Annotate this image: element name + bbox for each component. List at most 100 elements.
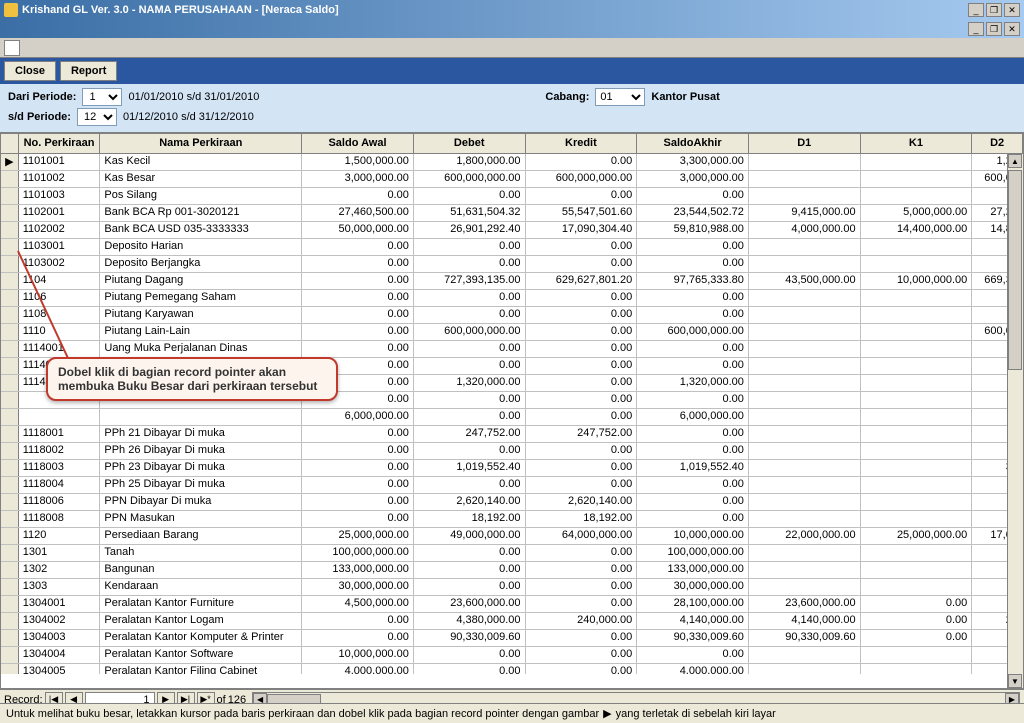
table-row[interactable]: 1106Piutang Pemegang Saham0.000.000.000.… bbox=[1, 290, 1023, 307]
row-selector[interactable] bbox=[1, 613, 19, 629]
scroll-down-arrow[interactable]: ▼ bbox=[1008, 674, 1022, 688]
cell-saldo-akhir: 0.00 bbox=[637, 239, 749, 255]
table-row[interactable]: 1104Piutang Dagang0.00727,393,135.00629,… bbox=[1, 273, 1023, 290]
row-selector[interactable] bbox=[1, 324, 19, 340]
header-nama[interactable]: Nama Perkiraan bbox=[100, 134, 302, 153]
cell-saldo-awal: 10,000,000.00 bbox=[302, 647, 414, 663]
row-selector[interactable] bbox=[1, 494, 19, 510]
row-selector[interactable] bbox=[1, 528, 19, 544]
scroll-up-arrow[interactable]: ▲ bbox=[1008, 154, 1022, 168]
row-selector[interactable] bbox=[1, 307, 19, 323]
table-row[interactable]: 1101002Kas Besar3,000,000.00600,000,000.… bbox=[1, 171, 1023, 188]
row-selector[interactable] bbox=[1, 188, 19, 204]
table-row[interactable]: 6,000,000.000.000.006,000,000.00 bbox=[1, 409, 1023, 426]
cell-d1 bbox=[749, 256, 861, 272]
minimize-button[interactable]: _ bbox=[968, 3, 984, 17]
header-no[interactable]: No. Perkiraan bbox=[19, 134, 101, 153]
row-selector[interactable] bbox=[1, 511, 19, 527]
cell-saldo-awal: 0.00 bbox=[302, 256, 414, 272]
table-row[interactable]: 1103001Deposito Harian0.000.000.000.00 bbox=[1, 239, 1023, 256]
table-row[interactable]: 1118001PPh 21 Dibayar Di muka0.00247,752… bbox=[1, 426, 1023, 443]
table-row[interactable]: 1304003Peralatan Kantor Komputer & Print… bbox=[1, 630, 1023, 647]
row-selector[interactable] bbox=[1, 647, 19, 663]
mdi-minimize-button[interactable]: _ bbox=[968, 22, 984, 36]
grid-body[interactable]: ▶1101001Kas Kecil1,500,000.001,800,000.0… bbox=[1, 154, 1023, 674]
cell-kredit: 64,000,000.00 bbox=[526, 528, 638, 544]
table-row[interactable]: 1301Tanah100,000,000.000.000.00100,000,0… bbox=[1, 545, 1023, 562]
header-kredit[interactable]: Kredit bbox=[526, 134, 638, 153]
window-title: Krishand GL Ver. 3.0 - NAMA PERUSAHAAN -… bbox=[22, 4, 968, 16]
row-selector[interactable] bbox=[1, 205, 19, 221]
row-selector[interactable] bbox=[1, 239, 19, 255]
close-button[interactable]: Close bbox=[4, 61, 56, 81]
restore-button[interactable]: ❐ bbox=[986, 3, 1002, 17]
row-selector[interactable] bbox=[1, 375, 19, 391]
table-row[interactable]: 1108Piutang Karyawan0.000.000.000.00 bbox=[1, 307, 1023, 324]
row-selector[interactable] bbox=[1, 460, 19, 476]
mdi-close-button[interactable]: ✕ bbox=[1004, 22, 1020, 36]
header-selector[interactable] bbox=[1, 134, 19, 153]
table-row[interactable]: 1303Kendaraan30,000,000.000.000.0030,000… bbox=[1, 579, 1023, 596]
table-row[interactable]: 1304002Peralatan Kantor Logam0.004,380,0… bbox=[1, 613, 1023, 630]
table-row[interactable]: ▶1101001Kas Kecil1,500,000.001,800,000.0… bbox=[1, 154, 1023, 171]
table-row[interactable]: 1118002PPh 26 Dibayar Di muka0.000.000.0… bbox=[1, 443, 1023, 460]
cabang-select[interactable]: 01 bbox=[595, 88, 645, 106]
cell-no: 1118003 bbox=[19, 460, 101, 476]
table-row[interactable]: 1304005Peralatan Kantor Filing Cabinet4,… bbox=[1, 664, 1023, 674]
row-selector[interactable] bbox=[1, 171, 19, 187]
header-saldo-akhir[interactable]: SaldoAkhir bbox=[637, 134, 749, 153]
cell-saldo-awal: 0.00 bbox=[302, 426, 414, 442]
row-selector[interactable] bbox=[1, 596, 19, 612]
cell-saldo-awal: 0.00 bbox=[302, 341, 414, 357]
vertical-scrollbar[interactable]: ▲ ▼ bbox=[1007, 154, 1023, 688]
row-selector[interactable] bbox=[1, 290, 19, 306]
table-row[interactable]: 1304004Peralatan Kantor Software10,000,0… bbox=[1, 647, 1023, 664]
table-row[interactable]: 1118008PPN Masukan0.0018,192.0018,192.00… bbox=[1, 511, 1023, 528]
table-row[interactable]: 1103002Deposito Berjangka0.000.000.000.0… bbox=[1, 256, 1023, 273]
cell-kredit: 0.00 bbox=[526, 409, 638, 425]
table-row[interactable]: 1102002Bank BCA USD 035-333333350,000,00… bbox=[1, 222, 1023, 239]
row-selector[interactable] bbox=[1, 409, 19, 425]
mdi-restore-button[interactable]: ❐ bbox=[986, 22, 1002, 36]
row-selector[interactable] bbox=[1, 341, 19, 357]
row-selector[interactable] bbox=[1, 273, 19, 289]
close-button[interactable]: ✕ bbox=[1004, 3, 1020, 17]
table-row[interactable]: 1114001Uang Muka Perjalanan Dinas0.000.0… bbox=[1, 341, 1023, 358]
row-selector[interactable] bbox=[1, 545, 19, 561]
table-row[interactable]: 1120Persediaan Barang25,000,000.0049,000… bbox=[1, 528, 1023, 545]
header-d1[interactable]: D1 bbox=[749, 134, 861, 153]
row-selector[interactable] bbox=[1, 443, 19, 459]
row-selector[interactable] bbox=[1, 630, 19, 646]
row-selector[interactable] bbox=[1, 256, 19, 272]
table-row[interactable]: 1302Bangunan133,000,000.000.000.00133,00… bbox=[1, 562, 1023, 579]
row-selector[interactable] bbox=[1, 392, 19, 408]
cell-saldo-akhir: 59,810,988.00 bbox=[637, 222, 749, 238]
cell-k1 bbox=[861, 324, 973, 340]
table-row[interactable]: 1304001Peralatan Kantor Furniture4,500,0… bbox=[1, 596, 1023, 613]
table-row[interactable]: 1110Piutang Lain-Lain0.00600,000,000.000… bbox=[1, 324, 1023, 341]
header-k1[interactable]: K1 bbox=[861, 134, 973, 153]
table-row[interactable]: 1102001Bank BCA Rp 001-302012127,460,500… bbox=[1, 205, 1023, 222]
row-selector[interactable] bbox=[1, 358, 19, 374]
row-selector[interactable] bbox=[1, 426, 19, 442]
sd-periode-select[interactable]: 12 bbox=[77, 108, 117, 126]
table-row[interactable]: 1118004PPh 25 Dibayar Di muka0.000.000.0… bbox=[1, 477, 1023, 494]
cell-saldo-awal: 30,000,000.00 bbox=[302, 579, 414, 595]
scroll-thumb[interactable] bbox=[1008, 170, 1022, 370]
row-selector[interactable] bbox=[1, 664, 19, 674]
row-selector[interactable] bbox=[1, 579, 19, 595]
row-selector[interactable] bbox=[1, 477, 19, 493]
row-selector[interactable]: ▶ bbox=[1, 154, 19, 170]
header-saldo-awal[interactable]: Saldo Awal bbox=[302, 134, 414, 153]
row-selector[interactable] bbox=[1, 222, 19, 238]
table-row[interactable]: 1118003PPh 23 Dibayar Di muka0.001,019,5… bbox=[1, 460, 1023, 477]
header-d2[interactable]: D2 bbox=[972, 134, 1023, 153]
table-row[interactable]: 1101003Pos Silang0.000.000.000.00 bbox=[1, 188, 1023, 205]
header-debet[interactable]: Debet bbox=[414, 134, 526, 153]
report-button[interactable]: Report bbox=[60, 61, 117, 81]
sheet-icon[interactable] bbox=[4, 40, 20, 56]
table-row[interactable]: 1118006PPN Dibayar Di muka0.002,620,140.… bbox=[1, 494, 1023, 511]
row-selector[interactable] bbox=[1, 562, 19, 578]
cell-saldo-akhir: 0.00 bbox=[637, 341, 749, 357]
dari-periode-select[interactable]: 1 bbox=[82, 88, 122, 106]
